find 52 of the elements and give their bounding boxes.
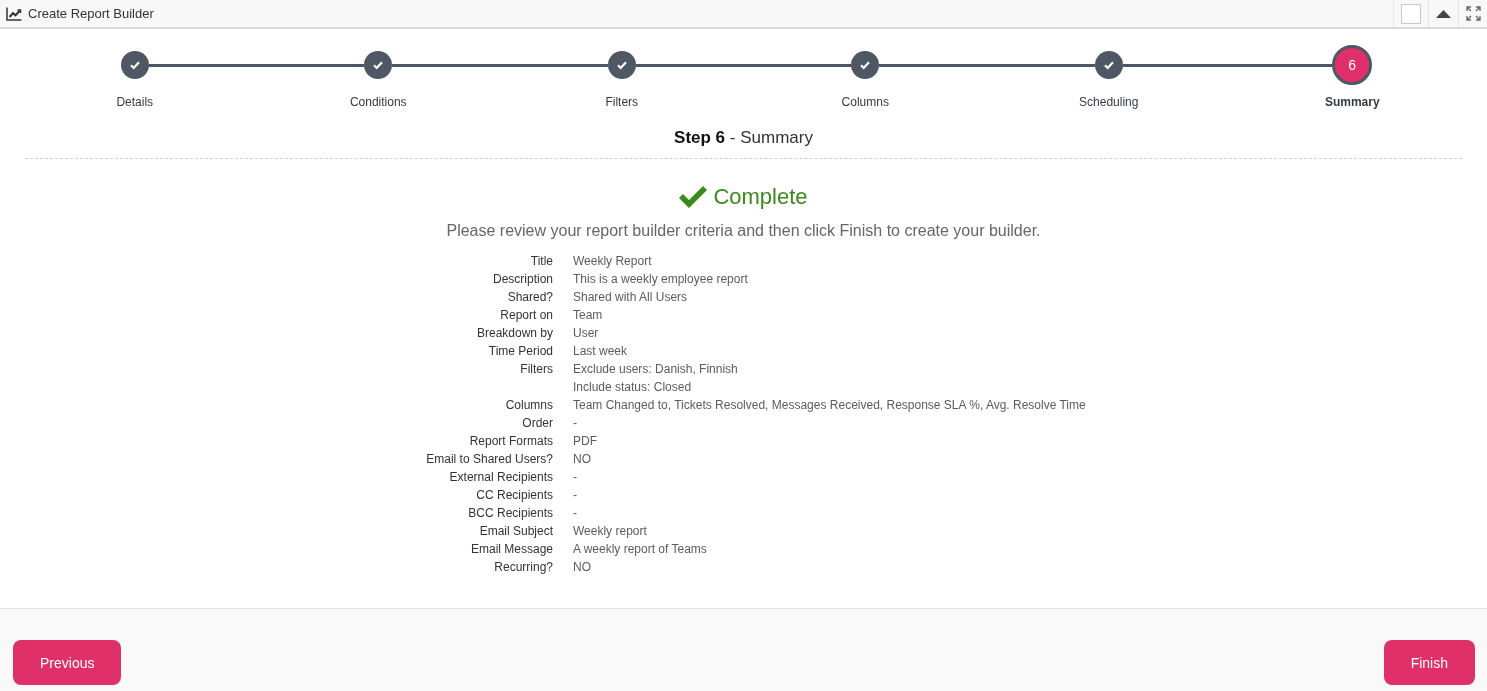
summary-label: Email Message <box>470 541 553 558</box>
summary-label: Title <box>530 253 553 270</box>
summary-value: Exclude users: Danish, Finnish <box>573 361 738 378</box>
step-label: Details <box>116 94 154 110</box>
summary-value: Weekly report <box>573 523 647 540</box>
summary-value: - <box>573 505 577 522</box>
summary-label: Recurring? <box>494 559 553 576</box>
summary-value: NO <box>573 559 591 576</box>
summary-label: Email to Shared Users? <box>426 451 553 468</box>
summary-label: Columns <box>505 397 553 414</box>
expand-icon[interactable] <box>1465 6 1481 21</box>
step-label: Columns <box>841 94 889 110</box>
step-label: Scheduling <box>1079 94 1139 110</box>
summary-value: Team <box>573 307 603 324</box>
wizard-button[interactable]: Previous <box>13 640 122 685</box>
step-label: Conditions <box>349 94 407 110</box>
summary-value: This is a weekly employee report <box>573 271 748 288</box>
window-title: Create Report Builder <box>28 6 154 21</box>
summary-value: - <box>573 469 577 486</box>
summary-value: NO <box>573 451 591 468</box>
summary-label: Shared? <box>507 289 553 306</box>
summary-label: Order <box>522 415 553 432</box>
summary-value: - <box>573 415 577 432</box>
instructions-text: Please review your report builder criteria and then click Finish to create your builder. <box>446 222 1041 239</box>
summary-label: BCC Recipients <box>468 505 553 522</box>
line-chart-icon <box>6 6 22 21</box>
summary-value: PDF <box>573 433 597 450</box>
summary-value: Weekly Report <box>573 253 652 270</box>
summary-value: Last week <box>573 343 628 360</box>
summary-value: - <box>573 487 577 504</box>
summary-value: Shared with All Users <box>573 289 688 306</box>
summary-label: Email Subject <box>479 523 553 540</box>
summary-label: External Recipients <box>449 469 553 486</box>
wizard-button[interactable]: Finish <box>1383 640 1475 685</box>
step-label: Summary <box>1324 94 1380 110</box>
summary-label: Report on <box>500 307 553 324</box>
summary-value: Include status: Closed <box>573 379 692 396</box>
summary-label: Description <box>492 271 553 288</box>
summary-label: Breakdown by <box>476 325 553 342</box>
summary-label: CC Recipients <box>476 487 553 504</box>
summary-value: A weekly report of Teams <box>573 541 707 558</box>
summary-label: Time Period <box>488 343 553 360</box>
triangle-up-icon[interactable] <box>1436 9 1451 18</box>
step-number: 6 <box>1332 45 1373 85</box>
summary-label: Report Formats <box>469 433 553 450</box>
summary-value: Team Changed to, Tickets Resolved, Messages Received, Response SLA %, Avg. Resolve Time <box>573 397 1086 414</box>
step-label: Filters <box>605 94 639 110</box>
summary-value: User <box>573 325 599 342</box>
summary-label: Filters <box>520 361 553 378</box>
status-title: Complete <box>713 183 808 211</box>
check-icon <box>679 186 708 208</box>
step-heading: Step 6 - Summary <box>674 128 813 147</box>
